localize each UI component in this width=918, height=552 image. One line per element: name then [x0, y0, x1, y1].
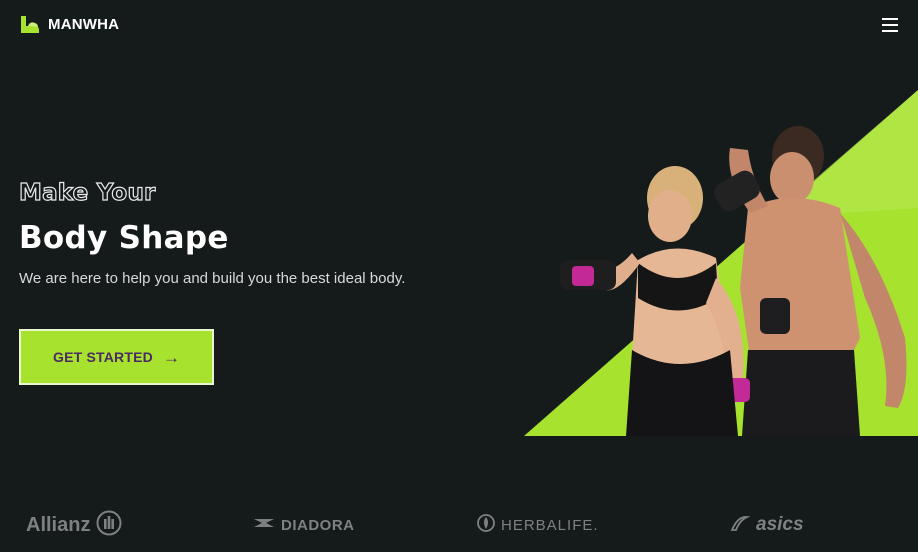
- get-started-label: GET STARTED: [53, 349, 153, 365]
- get-started-button[interactable]: GET STARTED →: [19, 329, 214, 385]
- herbalife-logo-icon: [477, 513, 495, 537]
- brand-allianz: Allianz: [26, 505, 122, 545]
- brand-name: MANWHA: [48, 15, 120, 33]
- hero-outline-heading: Make Your: [18, 179, 156, 206]
- brand-asics: asics: [730, 505, 804, 545]
- brand-herbalife: HERBALIFE.: [477, 505, 599, 545]
- flexed-arm-logo-icon: [19, 14, 40, 34]
- hero-subtitle: We are here to help you and build you th…: [19, 270, 406, 287]
- brand-diadora: DIADORA: [253, 505, 355, 545]
- hero-image: [524, 90, 918, 436]
- asics-logo-icon: [730, 513, 751, 538]
- landing-page: MANWHA Make Your Body Shape We are here …: [0, 0, 918, 552]
- hamburger-menu-icon[interactable]: [882, 18, 898, 32]
- allianz-logo-icon: [96, 510, 122, 541]
- partner-logos: Allianz DIADORA HERBALIFE. asics: [0, 505, 918, 545]
- hero-heading: Body Shape: [19, 220, 229, 256]
- diadora-logo-icon: [253, 516, 275, 535]
- logo[interactable]: MANWHA: [19, 14, 119, 34]
- arrow-right-icon: →: [162, 347, 180, 367]
